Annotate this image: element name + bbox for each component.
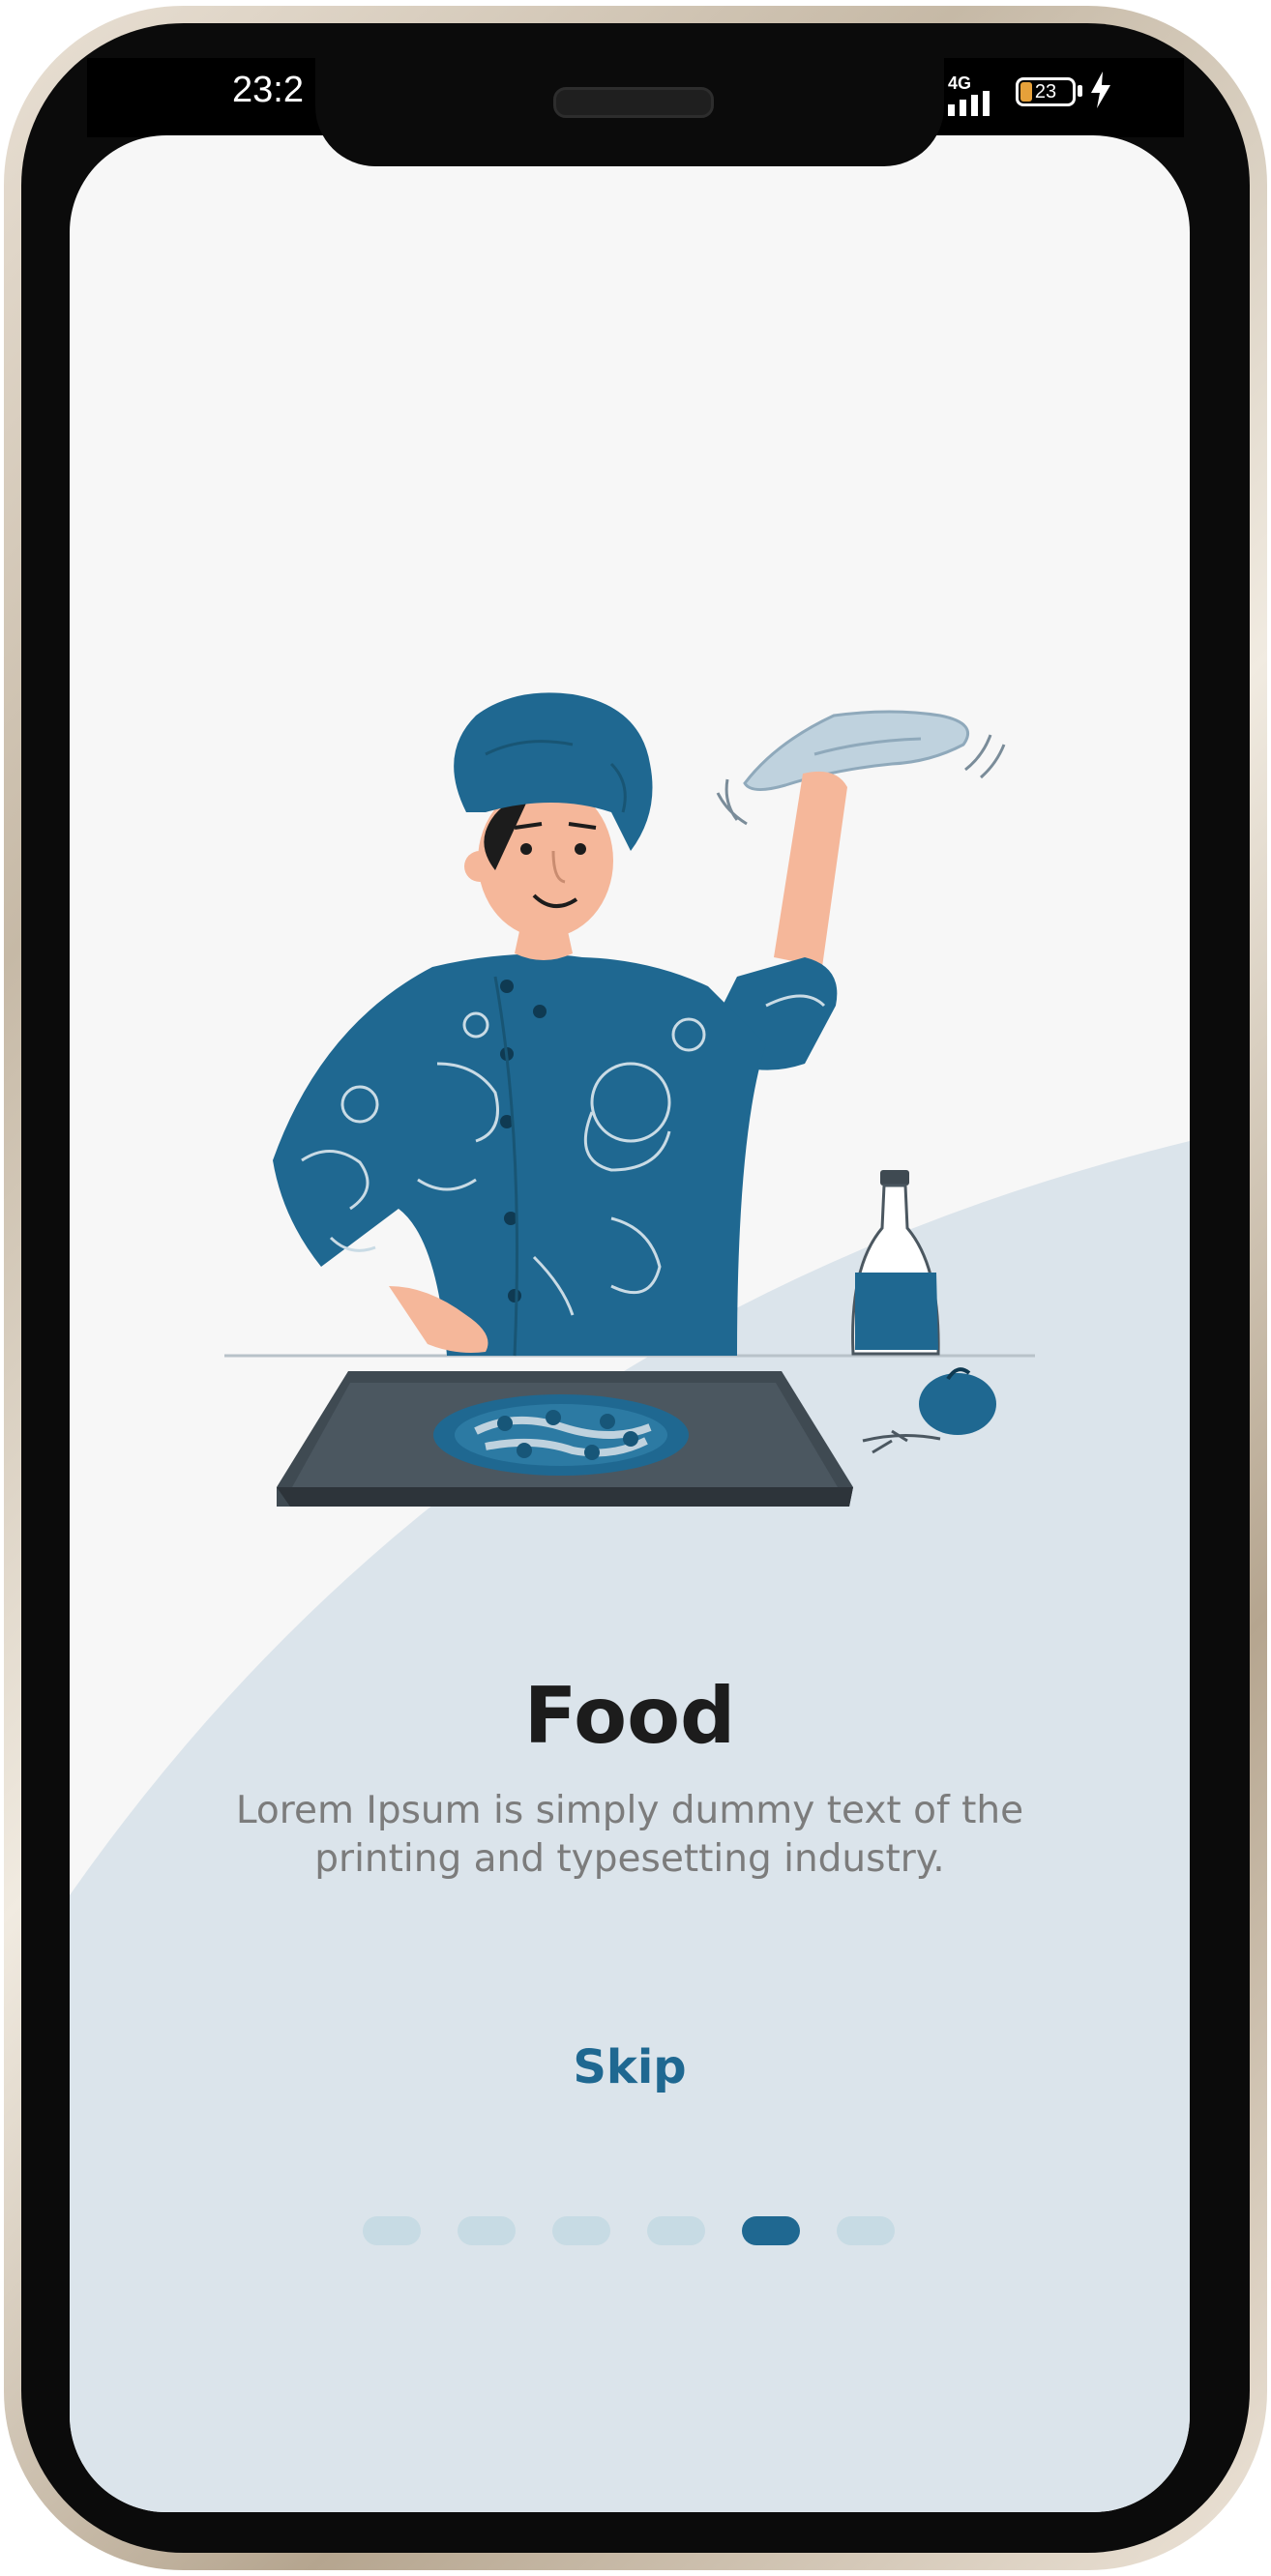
signal-icon [948, 91, 990, 116]
battery-level: 23 [1034, 81, 1057, 102]
page-dot-1[interactable] [363, 2216, 421, 2245]
charging-icon [1091, 72, 1110, 108]
page-dot-5[interactable] [742, 2216, 800, 2245]
page-dot-2[interactable] [458, 2216, 516, 2245]
speaker-grille [553, 87, 714, 118]
dough [743, 710, 969, 791]
status-indicators: 4G 23 [946, 72, 1139, 116]
battery-cap [1078, 85, 1082, 97]
status-time: 23:2 [232, 70, 304, 110]
battery-icon: 23 [1016, 77, 1076, 106]
tomato [919, 1373, 996, 1435]
onboarding-description: Lorem Ipsum is simply dummy text of the … [235, 1789, 1024, 1881]
onboarding-screen: Food Lorem Ipsum is simply dummy text of… [70, 135, 1190, 2512]
onboarding-title: Food [523, 1671, 736, 1761]
page-dot-3[interactable] [552, 2216, 610, 2245]
page-dot-6[interactable] [837, 2216, 895, 2245]
chef-illustration [70, 692, 1190, 2512]
page-dot-4[interactable] [647, 2216, 705, 2245]
page-indicator [70, 2216, 1190, 2247]
skip-button[interactable]: Skip [533, 2040, 726, 2094]
